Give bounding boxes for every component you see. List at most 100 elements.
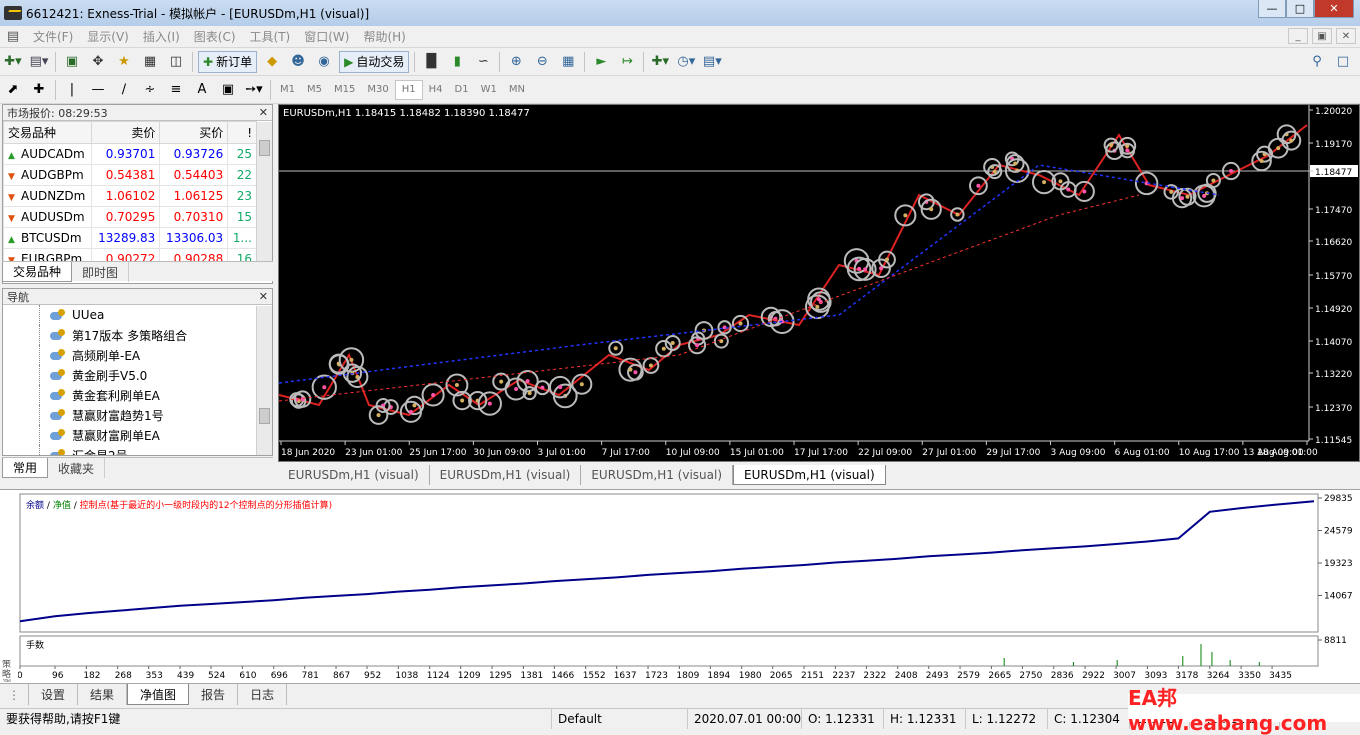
- tab-graph[interactable]: 净值图: [127, 684, 190, 705]
- chart-menu-icon[interactable]: ▤: [2, 26, 24, 48]
- zoom-out-icon[interactable]: ⊖: [531, 51, 553, 73]
- timeframe-h4[interactable]: H4: [423, 80, 449, 100]
- timeframe-h1[interactable]: H1: [394, 79, 423, 100]
- symbol-cell[interactable]: ▲ AUDCADm: [2, 143, 93, 165]
- navigator-item[interactable]: 慧赢财富趋势1号: [3, 405, 272, 425]
- maximize-button[interactable]: □: [1286, 0, 1314, 18]
- metaeditor-icon[interactable]: ◆: [261, 51, 283, 73]
- navigator-item[interactable]: 第17版本 多策略组合: [3, 325, 272, 345]
- menu-tools[interactable]: 工具(T): [243, 28, 298, 45]
- price-chart[interactable]: 1.20020 1.19170 1.18477 1.17470 1.16620 1.157…: [278, 104, 1360, 462]
- trendline-icon[interactable]: ∕: [113, 79, 135, 101]
- tile-windows-icon[interactable]: ▦: [557, 51, 579, 73]
- chart-tab-1[interactable]: EURUSDm,H1 (visual): [278, 465, 430, 485]
- crosshair-icon[interactable]: ✚: [28, 79, 50, 101]
- signals-icon[interactable]: ☻: [287, 51, 309, 73]
- navigator-item[interactable]: UUea: [3, 305, 272, 325]
- candlestick-icon[interactable]: ▮: [446, 51, 468, 73]
- col-spread[interactable]: !: [227, 121, 257, 144]
- profiles-icon[interactable]: ▤▾: [28, 51, 50, 73]
- market-watch-icon[interactable]: ▣: [61, 51, 83, 73]
- symbol-cell[interactable]: ▼ AUDGBPm: [2, 164, 93, 186]
- tester-icon[interactable]: ◫: [165, 51, 187, 73]
- terminal-icon[interactable]: ▦: [139, 51, 161, 73]
- col-symbol[interactable]: 交易品种: [2, 121, 93, 144]
- menu-help[interactable]: 帮助(H): [356, 28, 412, 45]
- chart-tab-4[interactable]: EURUSDm,H1 (visual): [733, 465, 886, 485]
- mdi-close-button[interactable]: ✕: [1336, 28, 1356, 44]
- text-icon[interactable]: A: [191, 79, 213, 101]
- timeframe-m15[interactable]: M15: [328, 80, 361, 100]
- arrows-icon[interactable]: ➙▾: [243, 79, 265, 101]
- minimize-button[interactable]: —: [1258, 0, 1286, 18]
- tab-favorites[interactable]: 收藏夹: [48, 458, 106, 478]
- auto-scroll-icon[interactable]: ►: [590, 51, 612, 73]
- chat-icon[interactable]: □: [1332, 51, 1354, 73]
- menu-window[interactable]: 窗口(W): [297, 28, 356, 45]
- zoom-in-icon[interactable]: ⊕: [505, 51, 527, 73]
- tab-common[interactable]: 常用: [2, 458, 49, 478]
- new-chart-icon[interactable]: ✚▾: [2, 51, 24, 73]
- equidistant-channel-icon[interactable]: ∻: [139, 79, 161, 101]
- tab-settings[interactable]: 设置: [29, 684, 79, 705]
- line-chart-icon[interactable]: ∽: [472, 51, 494, 73]
- timeframe-m5[interactable]: M5: [301, 80, 328, 100]
- equity-chart[interactable]: 29835 24579 19323 14067 8811 0 96 182 268 353 439 5…: [18, 490, 1358, 682]
- navigator-close-icon[interactable]: ✕: [259, 290, 268, 303]
- navigator-item[interactable]: 慧赢财富刷单EA: [3, 425, 272, 445]
- table-row[interactable]: ▼ AUDGBPm 0.54381 0.54403 22: [2, 164, 257, 186]
- fibonacci-icon[interactable]: ≡: [165, 79, 187, 101]
- chart-tab-2[interactable]: EURUSDm,H1 (visual): [430, 465, 582, 485]
- text-label-icon[interactable]: ▣: [217, 79, 239, 101]
- bar-chart-icon[interactable]: ▐▌: [420, 51, 442, 73]
- menu-view[interactable]: 显示(V): [80, 28, 136, 45]
- market-watch-scrollbar[interactable]: [256, 122, 272, 264]
- tab-journal[interactable]: 日志: [238, 684, 288, 705]
- market-watch-close-icon[interactable]: ✕: [259, 106, 268, 119]
- tab-tick-chart[interactable]: 即时图: [72, 262, 130, 282]
- menu-charts[interactable]: 图表(C): [187, 28, 243, 45]
- timeframe-d1[interactable]: D1: [449, 80, 475, 100]
- close-button[interactable]: ✕: [1314, 0, 1354, 18]
- tab-report[interactable]: 报告: [189, 684, 239, 705]
- indicators-icon[interactable]: ✚▾: [649, 51, 671, 73]
- timeframe-w1[interactable]: W1: [475, 80, 503, 100]
- table-row[interactable]: ▼ AUDNZDm 1.06102 1.06125 23: [2, 185, 257, 207]
- chart-shift-icon[interactable]: ↦: [616, 51, 638, 73]
- vertical-line-icon[interactable]: |: [61, 79, 83, 101]
- navigator-scrollbar[interactable]: [256, 306, 272, 455]
- menu-insert[interactable]: 插入(I): [136, 28, 187, 45]
- col-bid[interactable]: 卖价: [91, 121, 161, 144]
- price-chart-canvas[interactable]: 1.20020 1.19170 1.18477 1.17470 1.16620 1.157…: [279, 105, 1359, 461]
- symbol-cell[interactable]: ▼ AUDUSDm: [2, 206, 93, 228]
- timeframe-m1[interactable]: M1: [274, 80, 301, 100]
- auto-trading-button[interactable]: ▶ 自动交易: [339, 50, 410, 73]
- mql-icon[interactable]: ◉: [313, 51, 335, 73]
- search-icon[interactable]: ⚲: [1306, 51, 1328, 73]
- mdi-restore-button[interactable]: ▣: [1312, 28, 1332, 44]
- new-order-button[interactable]: ✚ 新订单: [198, 50, 258, 73]
- table-row[interactable]: ▼ AUDUSDm 0.70295 0.70310 15: [2, 206, 257, 228]
- navigator-item[interactable]: 黄金刷手V5.0: [3, 365, 272, 385]
- timeframe-m30[interactable]: M30: [361, 80, 394, 100]
- table-row[interactable]: ▲ BTCUSDm 13289.83 13306.03 1...: [2, 227, 257, 249]
- symbol-cell[interactable]: ▼ AUDNZDm: [2, 185, 93, 207]
- menu-file[interactable]: 文件(F): [26, 28, 80, 45]
- table-row[interactable]: ▲ AUDCADm 0.93701 0.93726 25: [2, 143, 257, 165]
- tab-symbols[interactable]: 交易品种: [2, 262, 73, 282]
- symbol-cell[interactable]: ▲ BTCUSDm: [2, 227, 93, 249]
- periods-icon[interactable]: ◷▾: [675, 51, 697, 73]
- chart-tab-3[interactable]: EURUSDm,H1 (visual): [581, 465, 734, 485]
- navigator-item[interactable]: 黄金套利刷单EA: [3, 385, 272, 405]
- templates-icon[interactable]: ▤▾: [701, 51, 723, 73]
- data-window-icon[interactable]: ✥: [87, 51, 109, 73]
- cursor-icon[interactable]: ⬈: [2, 79, 24, 101]
- timeframe-mn[interactable]: MN: [503, 80, 531, 100]
- navigator-icon[interactable]: ★: [113, 51, 135, 73]
- tab-results[interactable]: 结果: [78, 684, 128, 705]
- navigator-item[interactable]: 高频刷单-EA: [3, 345, 272, 365]
- horizontal-line-icon[interactable]: —: [87, 79, 109, 101]
- mdi-minimize-button[interactable]: _: [1288, 28, 1308, 44]
- tester-handle-icon[interactable]: ⋮: [0, 684, 29, 705]
- col-ask[interactable]: 买价: [159, 121, 229, 144]
